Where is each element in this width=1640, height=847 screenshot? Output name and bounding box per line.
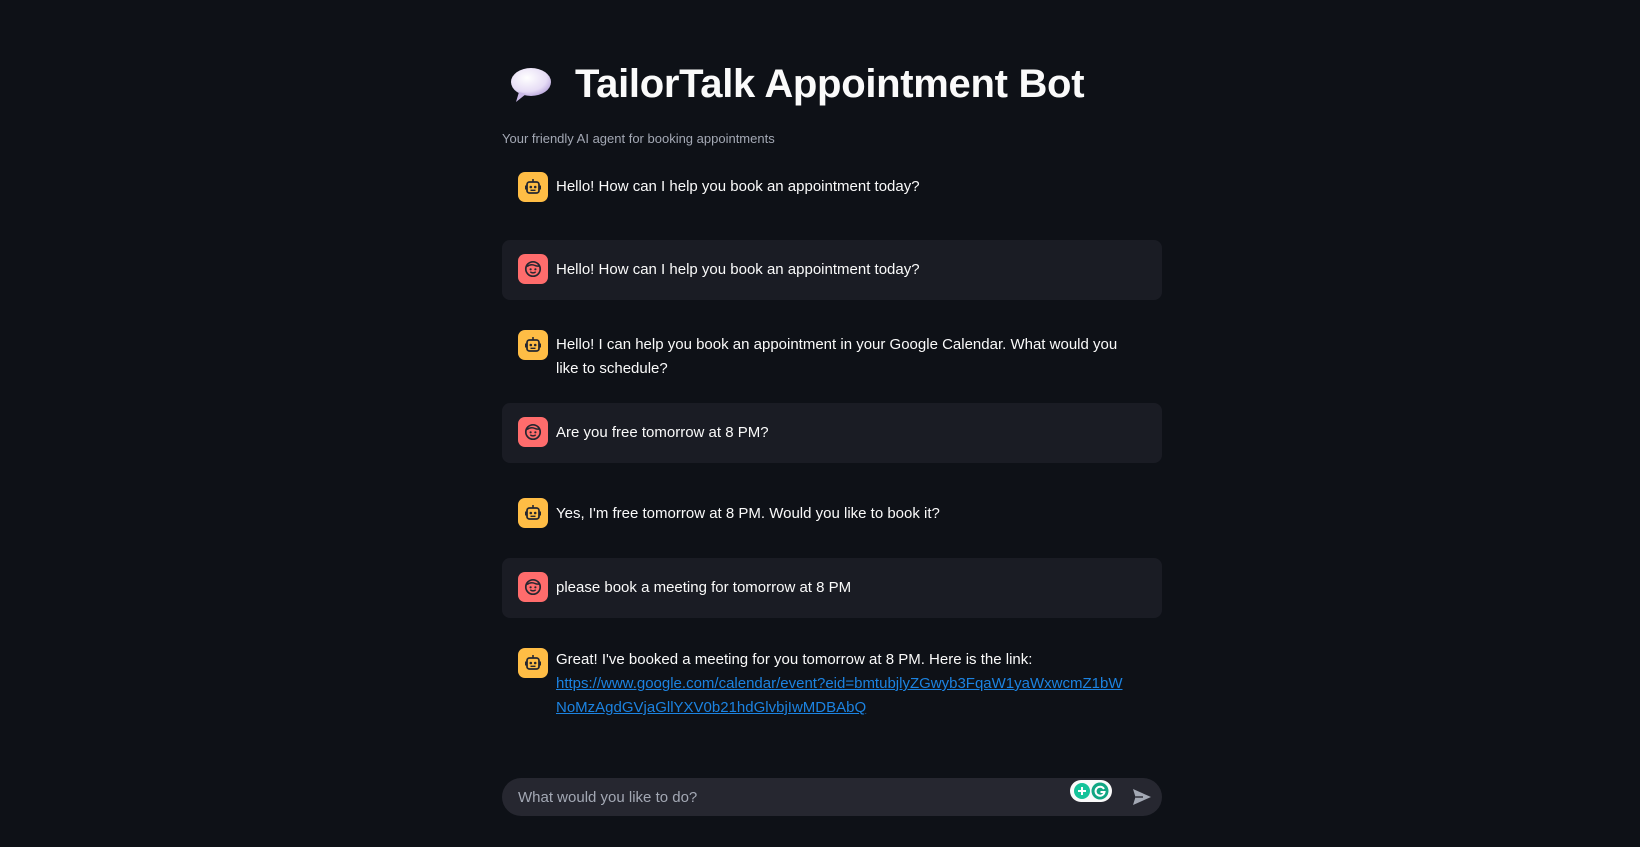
message-text: Great! I've booked a meeting for you tom… bbox=[556, 651, 1033, 668]
message-text: Hello! How can I help you book an appoin… bbox=[556, 261, 920, 278]
send-button[interactable] bbox=[1130, 786, 1154, 808]
bot-avatar bbox=[518, 172, 548, 202]
calendar-event-link[interactable]: https://www.google.com/calendar/event?ei… bbox=[556, 675, 1122, 716]
page-title: TailorTalk Appointment Bot bbox=[575, 62, 1085, 106]
speech-bubble-icon bbox=[511, 67, 551, 102]
grammarly-widget[interactable] bbox=[1070, 780, 1112, 802]
chat-message-user: Hello! How can I help you book an appoin… bbox=[502, 240, 1162, 300]
chat-message-assistant: Yes, I'm free tomorrow at 8 PM. Would yo… bbox=[502, 498, 1162, 538]
robot-icon bbox=[525, 179, 541, 194]
bot-avatar bbox=[518, 498, 548, 528]
chat-message-user: Are you free tomorrow at 8 PM? bbox=[502, 403, 1162, 463]
message-text: Hello! How can I help you book an appoin… bbox=[556, 178, 920, 195]
chat-input[interactable] bbox=[518, 778, 1058, 816]
bot-avatar bbox=[518, 330, 548, 360]
message-text: Hello! I can help you book an appointmen… bbox=[556, 336, 1118, 377]
chat-message-assistant: Hello! I can help you book an appointmen… bbox=[502, 330, 1162, 380]
user-avatar bbox=[518, 254, 548, 284]
grammarly-icon bbox=[1074, 782, 1109, 800]
face-icon bbox=[524, 578, 542, 596]
robot-icon bbox=[525, 337, 541, 352]
face-icon bbox=[524, 423, 542, 441]
robot-icon bbox=[525, 505, 541, 520]
send-icon bbox=[1133, 789, 1151, 805]
chat-message-assistant: Hello! How can I help you book an appoin… bbox=[502, 171, 1162, 211]
chat-message-user: please book a meeting for tomorrow at 8 … bbox=[502, 558, 1162, 618]
chat-input-bar bbox=[502, 778, 1162, 816]
message-text: please book a meeting for tomorrow at 8 … bbox=[556, 579, 852, 596]
message-text: Yes, I'm free tomorrow at 8 PM. Would yo… bbox=[556, 505, 940, 522]
page-subtitle: Your friendly AI agent for booking appoi… bbox=[502, 131, 775, 146]
robot-icon bbox=[525, 655, 541, 670]
title-row: TailorTalk Appointment Bot bbox=[509, 62, 1085, 107]
message-text: Are you free tomorrow at 8 PM? bbox=[556, 424, 769, 441]
user-avatar bbox=[518, 572, 548, 602]
message-content: Great! I've booked a meeting for you tom… bbox=[556, 648, 1126, 720]
user-avatar bbox=[518, 417, 548, 447]
bot-avatar bbox=[518, 648, 548, 678]
chat-message-assistant: Great! I've booked a meeting for you tom… bbox=[502, 648, 1162, 728]
face-icon bbox=[524, 260, 542, 278]
